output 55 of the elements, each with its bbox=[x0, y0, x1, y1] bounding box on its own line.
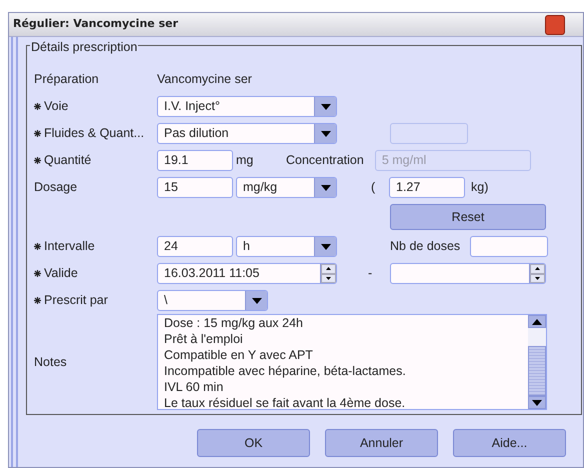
route-dropdown[interactable]: I.V. Inject° bbox=[157, 96, 337, 117]
spin-up-icon bbox=[535, 267, 540, 270]
reset-button[interactable]: Reset bbox=[390, 204, 546, 230]
dosage-unit-dropdown[interactable]: mg/kg bbox=[236, 177, 337, 198]
doses-label: Nb de doses bbox=[390, 238, 462, 256]
separator-label: - bbox=[368, 265, 374, 282]
doses-field[interactable] bbox=[470, 236, 548, 257]
paren-label: ( bbox=[371, 179, 376, 196]
caret-icon bbox=[320, 244, 330, 250]
fluids-dropdown[interactable]: Pas dilution bbox=[157, 123, 337, 144]
field-label: Fluides & Quant... bbox=[44, 125, 144, 142]
quantity-field[interactable]: 19.1 bbox=[157, 150, 233, 171]
unit-label: mg bbox=[236, 152, 254, 170]
notes-line: Prêt à l'emploi bbox=[164, 331, 244, 347]
field-label: Dosage bbox=[34, 179, 78, 196]
field-label: Préparation bbox=[34, 71, 99, 88]
field-label: Valide bbox=[44, 265, 78, 282]
interval-field[interactable]: 24 bbox=[157, 236, 233, 257]
spin-up-icon bbox=[326, 267, 331, 270]
spin-down-icon bbox=[326, 276, 331, 280]
field-label: Voie bbox=[44, 98, 68, 116]
scroll-up-icon bbox=[532, 318, 542, 324]
field-label: Intervalle bbox=[44, 238, 95, 256]
dialog-button[interactable]: OK bbox=[197, 429, 310, 457]
interval-unit-dropdown[interactable]: h bbox=[236, 236, 337, 257]
notes-line: Le taux résiduel se fait avant la 4ème dose. bbox=[164, 395, 406, 409]
scroll-thumb[interactable] bbox=[528, 346, 546, 396]
preparation-value: Vancomycine ser bbox=[157, 71, 252, 88]
dialog-button[interactable]: Aide... bbox=[453, 429, 566, 457]
caret-icon bbox=[320, 184, 330, 190]
notes-line: IVL 60 min bbox=[164, 379, 224, 395]
scroll-down-button[interactable] bbox=[528, 396, 546, 409]
weight-field[interactable]: 1.27 bbox=[389, 177, 465, 198]
field-label: Notes bbox=[34, 354, 67, 371]
dialog-button[interactable]: Annuler bbox=[325, 429, 438, 457]
caret-icon bbox=[532, 400, 542, 406]
spin-down-icon bbox=[535, 276, 540, 280]
close-button[interactable] bbox=[545, 14, 565, 34]
caret-icon bbox=[252, 298, 262, 304]
valid-to-field[interactable] bbox=[390, 263, 546, 284]
field-label: Prescrit par bbox=[44, 292, 108, 310]
prescriber-dropdown[interactable]: \ bbox=[157, 290, 268, 311]
caret-icon bbox=[320, 130, 330, 136]
window-title: Régulier: Vancomycine ser bbox=[13, 16, 178, 32]
notes-area[interactable]: Dose : 15 mg/kg aux 24h Prêt à l'emploi Compatible en Y avec APT Incompatible avec héparine, béta-lactames. IVL 60 min Le taux résiduel se fait avant la 4ème dose. bbox=[157, 314, 547, 410]
valid-from-field[interactable]: 16.03.2011 11:05 bbox=[157, 263, 337, 284]
notes-line: Dose : 15 mg/kg aux 24h bbox=[164, 315, 304, 331]
dosage-field[interactable]: 15 bbox=[157, 177, 233, 198]
unit-label: kg) bbox=[471, 179, 488, 196]
concentration-label: Concentration bbox=[286, 152, 364, 170]
notes-line: Incompatible avec héparine, béta-lactames. bbox=[164, 363, 407, 379]
notes-line: Compatible en Y avec APT bbox=[164, 347, 314, 363]
scroll-up-button[interactable] bbox=[528, 315, 546, 328]
field-label: Quantité bbox=[44, 152, 92, 170]
caret-icon bbox=[320, 104, 330, 110]
